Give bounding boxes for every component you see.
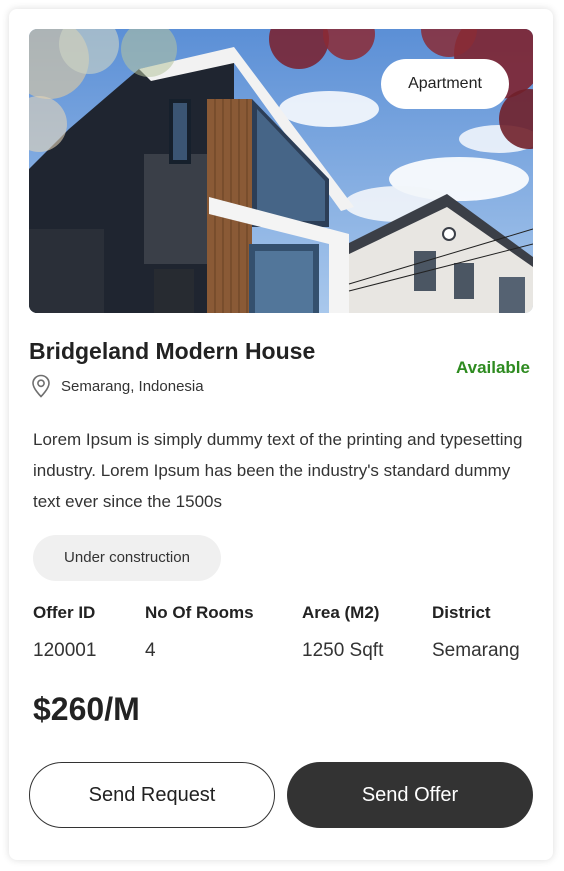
spec-value: Semarang bbox=[432, 640, 520, 661]
send-request-button[interactable]: Send Request bbox=[29, 762, 275, 828]
property-specs: Offer ID 120001 No Of Rooms 4 Area (M2) … bbox=[33, 603, 533, 673]
spec-label: District bbox=[432, 603, 491, 622]
spec-value: 120001 bbox=[33, 640, 97, 661]
spec-label: Offer ID bbox=[33, 603, 96, 622]
spec-label: Area (M2) bbox=[302, 603, 380, 622]
property-card: Apartment Bridgeland Modern House Semara… bbox=[9, 9, 553, 860]
map-pin-icon bbox=[30, 374, 52, 398]
spec-offer-id: Offer ID 120001 bbox=[33, 603, 96, 662]
location-text: Semarang, Indonesia bbox=[61, 377, 204, 395]
property-photo: Apartment bbox=[29, 29, 533, 313]
property-title: Bridgeland Modern House bbox=[29, 338, 316, 364]
spec-district: District Semarang bbox=[432, 603, 520, 662]
spec-value: 1250 Sqft bbox=[302, 640, 384, 661]
status-badge: Available bbox=[455, 358, 530, 377]
property-price: $260/M bbox=[33, 691, 140, 727]
spec-rooms: No Of Rooms 4 bbox=[145, 603, 254, 662]
construction-tag: Under construction bbox=[33, 535, 221, 581]
spec-area: Area (M2) 1250 Sqft bbox=[302, 603, 383, 662]
property-description: Lorem Ipsum is simply dummy text of the … bbox=[33, 430, 523, 511]
send-offer-button[interactable]: Send Offer bbox=[287, 762, 533, 828]
spec-value: 4 bbox=[145, 640, 156, 661]
spec-label: No Of Rooms bbox=[145, 603, 254, 622]
property-type-badge: Apartment bbox=[381, 59, 509, 109]
property-location: Semarang, Indonesia bbox=[30, 374, 204, 398]
